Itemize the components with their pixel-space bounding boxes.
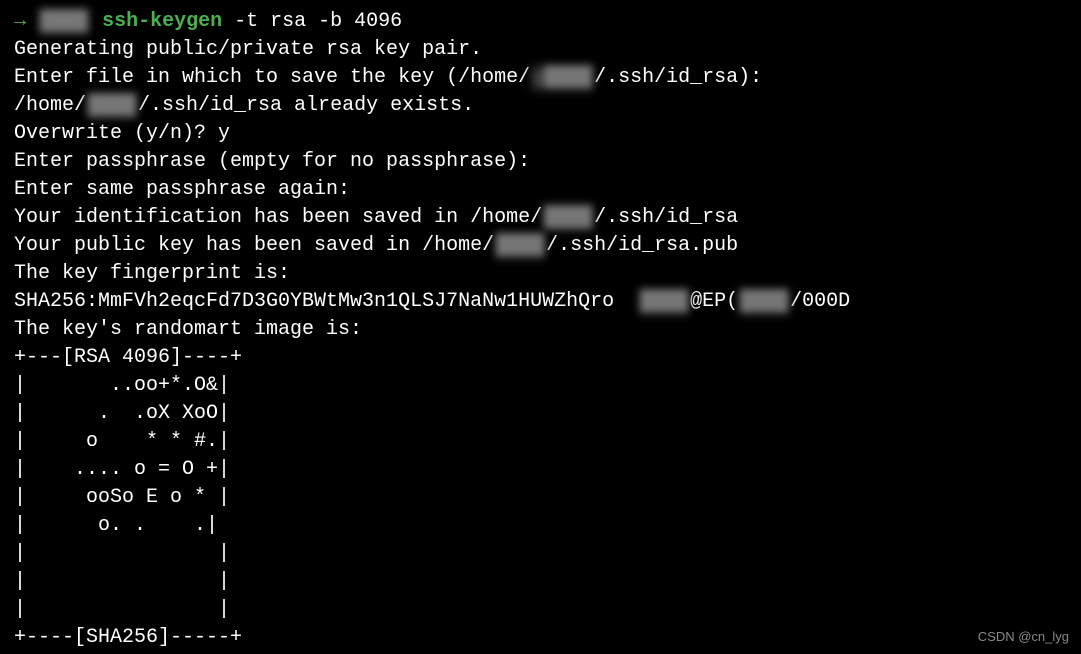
output-line: The key fingerprint is:	[14, 260, 1067, 288]
randomart-line: | .... o = O +|	[14, 456, 1067, 484]
command-line: → ████ ssh-keygen -t rsa -b 4096	[14, 8, 1067, 36]
randomart-line: | ooSo E o * |	[14, 484, 1067, 512]
output-line: Generating public/private rsa key pair.	[14, 36, 1067, 64]
fingerprint-line: SHA256:MmFVh2eqcFd7D3G0YBWtMw3n1QLSJ7NaN…	[14, 288, 1067, 316]
output-line: The key's randomart image is:	[14, 316, 1067, 344]
username-redacted: ████	[494, 232, 546, 260]
host-redacted: ████	[738, 288, 790, 316]
randomart-line: +----[SHA256]-----+	[14, 624, 1067, 652]
randomart-line: | o. . .|	[14, 512, 1067, 540]
watermark-text: CSDN @cn_lyg	[978, 628, 1069, 646]
username-redacted: g████	[530, 64, 594, 92]
output-line: Your public key has been saved in /home/…	[14, 232, 1067, 260]
randomart-line: | |	[14, 568, 1067, 596]
prompt-arrow-icon: →	[14, 10, 26, 33]
randomart-line: | ..oo+*.O&|	[14, 372, 1067, 400]
randomart-line: | . .oX XoO|	[14, 400, 1067, 428]
command-args: -t rsa -b 4096	[222, 10, 402, 33]
randomart-line: | |	[14, 540, 1067, 568]
randomart-line: | |	[14, 596, 1067, 624]
user-redacted: ████	[638, 288, 690, 316]
username-redacted: ████	[86, 92, 138, 120]
output-line: /home/████/.ssh/id_rsa already exists.	[14, 92, 1067, 120]
randomart-line: | o * * #.|	[14, 428, 1067, 456]
command-name: ssh-keygen	[102, 10, 222, 33]
username-redacted: ████	[542, 204, 594, 232]
output-line: Enter same passphrase again:	[14, 176, 1067, 204]
output-line: Overwrite (y/n)? y	[14, 120, 1067, 148]
output-line: Your identification has been saved in /h…	[14, 204, 1067, 232]
randomart-line: +---[RSA 4096]----+	[14, 344, 1067, 372]
hostname-redacted: ████	[38, 8, 90, 36]
output-line: Enter passphrase (empty for no passphras…	[14, 148, 1067, 176]
output-line: Enter file in which to save the key (/ho…	[14, 64, 1067, 92]
terminal-output[interactable]: → ████ ssh-keygen -t rsa -b 4096 Generat…	[14, 8, 1067, 652]
